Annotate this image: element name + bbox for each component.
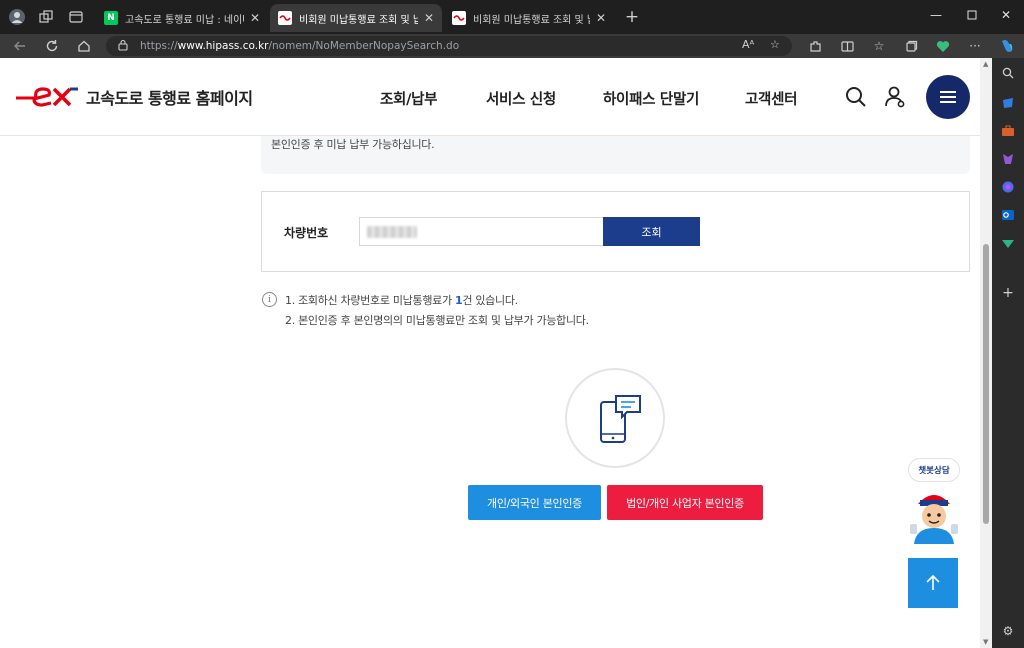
close-icon[interactable]: ✕ [250, 11, 260, 25]
page-scrollbar[interactable]: ▲ ▼ [980, 58, 992, 648]
site-logo[interactable]: 고속도로 통행료 홈페이지 [14, 84, 253, 110]
tab-title: 고속도로 통행료 미납 : 네이버 통 [125, 14, 244, 26]
close-icon[interactable]: ✕ [596, 11, 606, 25]
copilot-icon[interactable] [998, 37, 1016, 55]
search-button[interactable]: 조회 [603, 217, 700, 246]
new-tab-button[interactable]: + [622, 7, 642, 27]
notice-banner: 본인인증 후 미납 납부 가능하십니다. [261, 136, 970, 174]
favorites-icon[interactable]: ☆ [870, 37, 888, 55]
business-auth-button[interactable]: 법인/개인 사업자 본인인증 [607, 485, 763, 520]
site-header: 고속도로 통행료 홈페이지 조회/납부 서비스 신청 하이패스 단말기 고객센터 [0, 58, 980, 136]
nav-customer-center[interactable]: 고객센터 [745, 88, 797, 109]
phone-verification-illustration [565, 368, 665, 468]
tab-title: 비회원 미납통행료 조회 및 납부 [299, 14, 418, 26]
chatbot-label: 챗봇상담 [908, 458, 960, 482]
phone-chat-icon [600, 395, 641, 443]
chatbot-widget[interactable]: 챗봇상담 [906, 458, 962, 548]
address-bar[interactable]: https://www.hipass.co.kr/nomem/NoMemberN… [106, 36, 792, 56]
outlook-icon[interactable] [999, 206, 1017, 224]
naver-favicon-icon: N [104, 11, 118, 25]
nav-inquiry-payment[interactable]: 조회/납부 [380, 88, 437, 109]
minimize-button[interactable]: — [924, 5, 948, 25]
tools-icon[interactable] [999, 122, 1017, 140]
tab-naver-search[interactable]: N 고속도로 통행료 미납 : 네이버 통 ✕ [96, 4, 268, 32]
lock-icon[interactable] [118, 39, 128, 54]
personal-auth-button[interactable]: 개인/외국인 본인인증 [468, 485, 601, 520]
workspaces-icon[interactable] [36, 7, 56, 27]
url-text: https://www.hipass.co.kr/nomem/NoMemberN… [140, 40, 460, 52]
chatbot-mascot-icon [910, 495, 958, 544]
back-icon[interactable] [10, 36, 30, 56]
vehicle-search-box: 차량번호 조회 [261, 191, 970, 272]
collections-icon[interactable] [902, 37, 920, 55]
extensions-icon[interactable] [806, 37, 824, 55]
tab-actions-icon[interactable] [66, 7, 86, 27]
ex-favicon-icon [452, 11, 466, 25]
edge-sidebar: + ⚙ [992, 58, 1024, 648]
browser-tab-bar: N 고속도로 통행료 미납 : 네이버 통 ✕ 비회원 미납통행료 조회 및 납… [0, 0, 1024, 34]
ex-favicon-icon [278, 11, 292, 25]
copilot-sidebar-icon[interactable] [999, 178, 1017, 196]
vehicle-number-label: 차량번호 [284, 226, 329, 240]
web-page: 고속도로 통행료 홈페이지 조회/납부 서비스 신청 하이패스 단말기 고객센터… [0, 58, 980, 648]
vehicle-number-input[interactable] [359, 217, 604, 246]
address-toolbar: https://www.hipass.co.kr/nomem/NoMemberN… [0, 34, 1024, 58]
info-icon: i [262, 292, 277, 307]
notice-text: 본인인증 후 미납 납부 가능하십니다. [271, 138, 435, 151]
masked-plate-number [367, 226, 417, 238]
split-screen-icon[interactable] [838, 37, 856, 55]
info-line-1: 1. 조회하신 차량번호로 미납통행료가 1건 있습니다. [285, 294, 518, 307]
games-icon[interactable] [999, 150, 1017, 168]
user-icon[interactable] [883, 85, 907, 109]
profile-avatar-icon[interactable] [7, 7, 27, 27]
nav-hipass-terminal[interactable]: 하이패스 단말기 [603, 88, 699, 109]
tab-nomember-search-2[interactable]: 비회원 미납통행료 조회 및 납부 ✕ [444, 4, 614, 32]
add-sidebar-app-icon[interactable]: + [999, 284, 1017, 302]
shopping-icon[interactable] [999, 94, 1017, 112]
tab-nomember-search[interactable]: 비회원 미납통행료 조회 및 납부 ✕ [270, 4, 442, 32]
ex-logo-icon [16, 87, 78, 107]
maximize-button[interactable] [960, 5, 984, 25]
home-icon[interactable] [74, 36, 94, 56]
close-icon[interactable]: ✕ [424, 11, 434, 25]
browser-essentials-icon[interactable] [934, 37, 952, 55]
more-options-icon[interactable]: ··· [966, 37, 984, 55]
close-window-button[interactable]: ✕ [994, 5, 1018, 25]
info-line-2: 2. 본인인증 후 본인명의의 미납통행료만 조회 및 납부가 가능합니다. [285, 314, 589, 327]
favorite-star-icon[interactable]: ☆ [770, 38, 780, 51]
scroll-up-arrow-icon[interactable]: ▲ [983, 60, 988, 68]
nav-service-application[interactable]: 서비스 신청 [486, 88, 556, 109]
search-icon[interactable] [844, 85, 868, 109]
drop-icon[interactable] [999, 234, 1017, 252]
scroll-thumb[interactable] [983, 244, 989, 524]
menu-icon[interactable] [926, 75, 970, 119]
scroll-to-top-button[interactable] [908, 558, 958, 608]
refresh-icon[interactable] [42, 36, 62, 56]
settings-gear-icon[interactable]: ⚙ [999, 622, 1017, 640]
read-aloud-icon[interactable]: Aᴬ [742, 38, 754, 51]
brand-name: 고속도로 통행료 홈페이지 [86, 89, 253, 108]
scroll-down-arrow-icon[interactable]: ▼ [983, 638, 988, 646]
search-icon[interactable] [999, 64, 1017, 82]
tab-title: 비회원 미납통행료 조회 및 납부 [473, 14, 590, 26]
arrow-up-icon [926, 574, 940, 590]
